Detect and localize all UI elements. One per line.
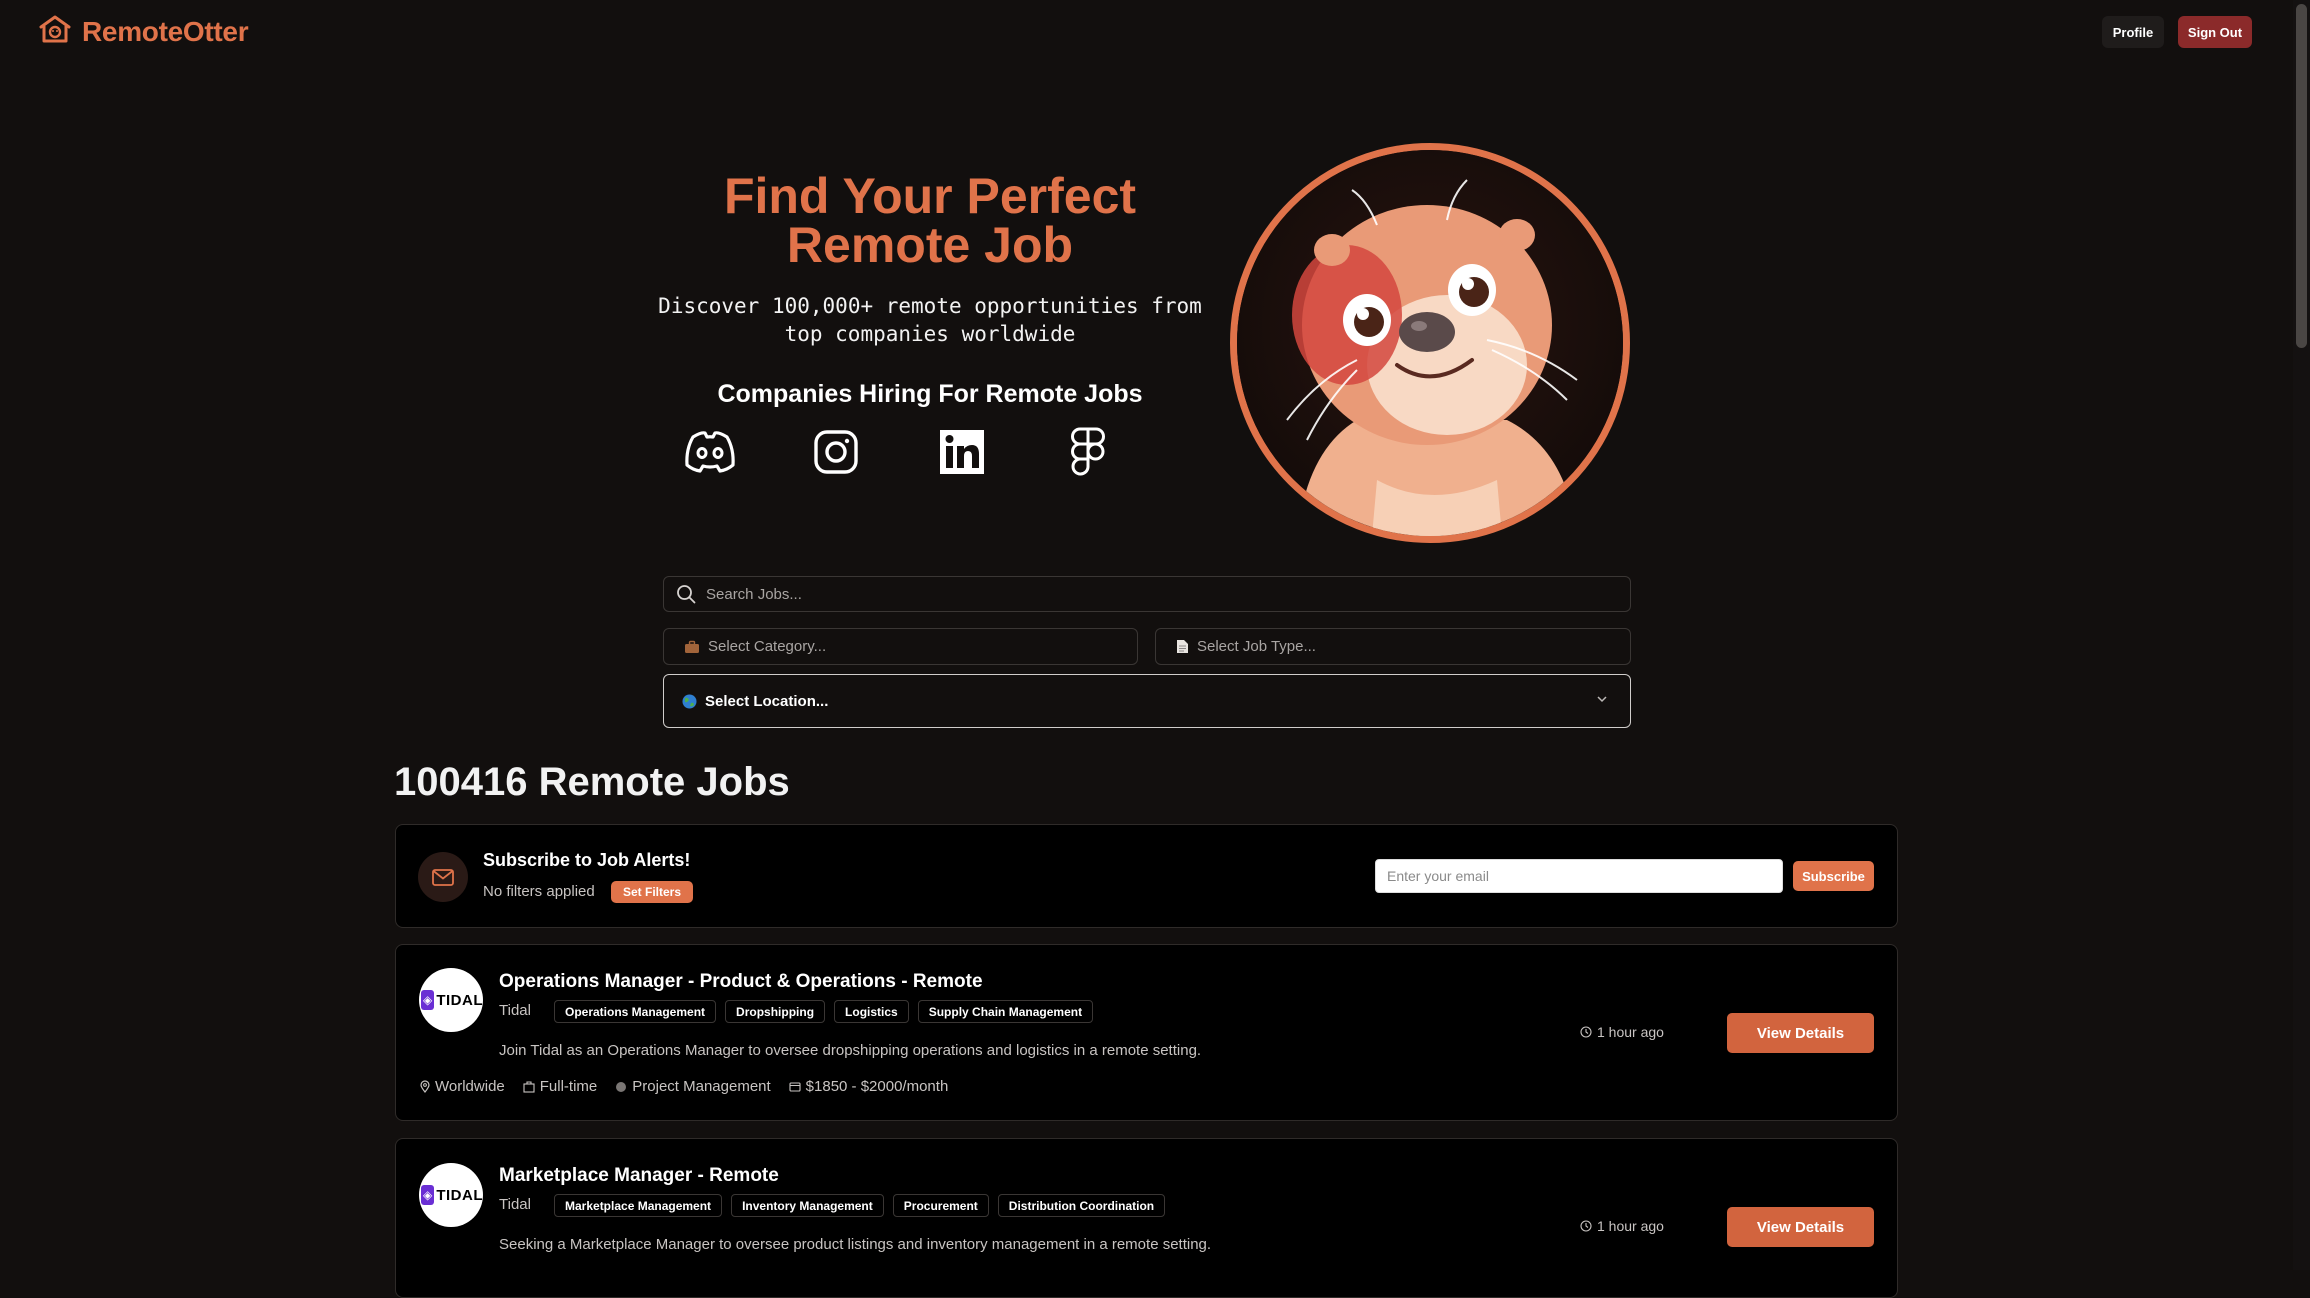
job-tag: Supply Chain Management: [917, 1000, 1094, 1023]
companies-title: Companies Hiring For Remote Jobs: [717, 380, 1143, 408]
job-type-select-label: Select Job Type...: [1197, 638, 1316, 655]
clock-icon: [1580, 1026, 1592, 1038]
subscribe-button[interactable]: Subscribe: [1793, 861, 1874, 891]
alerts-no-filters: No filters applied: [483, 883, 595, 900]
job-tag: Procurement: [892, 1194, 989, 1217]
hero-subtitle: Discover 100,000+ remote opportunities f…: [650, 292, 1210, 348]
view-details-button[interactable]: View Details: [1727, 1207, 1874, 1247]
job-tags: Operations Management Dropshipping Logis…: [554, 1000, 1094, 1023]
category-select-label: Select Category...: [708, 638, 827, 655]
job-type-select[interactable]: Select Job Type...: [1155, 628, 1631, 665]
company-logo: ◈ TIDAL: [419, 1163, 483, 1227]
job-tag: Marketplace Management: [554, 1194, 723, 1217]
tidal-logo-icon: ◈: [421, 1185, 435, 1205]
job-posted-time: 1 hour ago: [1580, 1218, 1664, 1234]
job-tag: Inventory Management: [731, 1194, 884, 1217]
briefcase-icon: [684, 640, 700, 654]
job-meta: Worldwide Full-time Project Management $…: [420, 1078, 948, 1095]
set-filters-button[interactable]: Set Filters: [611, 881, 693, 903]
job-posted-time: 1 hour ago: [1580, 1024, 1664, 1040]
profile-button[interactable]: Profile: [2102, 16, 2164, 48]
job-location: Worldwide: [420, 1078, 505, 1095]
job-location-label: Worldwide: [435, 1078, 505, 1095]
job-tag: Distribution Coordination: [997, 1194, 1166, 1217]
company-logo-text: TIDAL: [436, 991, 483, 1009]
hero-subtitle-line2: top companies worldwide: [784, 322, 1076, 346]
job-title[interactable]: Marketplace Manager - Remote: [499, 1165, 779, 1187]
brand-logo[interactable]: RemoteOtter: [38, 14, 249, 49]
tidal-logo-icon: ◈: [421, 990, 435, 1010]
otter-mascot-image: [1230, 143, 1630, 543]
map-pin-icon: [420, 1080, 430, 1093]
company-name: Tidal: [499, 1002, 531, 1019]
job-salary-label: $1850 - $2000/month: [805, 1078, 949, 1095]
chevron-down-icon: [1596, 695, 1608, 703]
job-posted-label: 1 hour ago: [1597, 1218, 1664, 1234]
search-bar[interactable]: [663, 576, 1631, 612]
figma-icon[interactable]: [1060, 424, 1116, 480]
view-details-button[interactable]: View Details: [1727, 1013, 1874, 1053]
hero-subtitle-line1: Discover 100,000+ remote opportunities f…: [658, 294, 1202, 318]
clock-icon: [1580, 1220, 1592, 1232]
job-description: Seeking a Marketplace Manager to oversee…: [499, 1236, 1212, 1253]
brand-name: RemoteOtter: [82, 15, 249, 47]
jobs-count-heading: 100416 Remote Jobs: [394, 760, 790, 804]
job-card[interactable]: [395, 1138, 1898, 1298]
job-tag: Logistics: [834, 1000, 909, 1023]
search-input[interactable]: [704, 576, 1630, 612]
category-select[interactable]: Select Category...: [663, 628, 1138, 665]
job-tags: Marketplace Management Inventory Managem…: [554, 1194, 1166, 1217]
hero-title-line1: Find Your Perfect: [723, 168, 1137, 224]
job-tag: Operations Management: [554, 1000, 717, 1023]
building-icon: [523, 1080, 535, 1093]
linkedin-icon[interactable]: [934, 424, 990, 480]
job-tag: Dropshipping: [725, 1000, 826, 1023]
job-description: Join Tidal as an Operations Manager to o…: [499, 1042, 1202, 1059]
job-salary: $1850 - $2000/month: [789, 1078, 949, 1095]
location-select-label: Select Location...: [705, 692, 829, 710]
hero-title: Find Your Perfect Remote Job: [650, 168, 1210, 273]
globe-icon: [682, 694, 697, 709]
instagram-icon[interactable]: [808, 424, 864, 480]
job-type: Full-time: [523, 1078, 598, 1095]
document-icon: [1176, 639, 1189, 654]
alerts-title: Subscribe to Job Alerts!: [483, 850, 691, 870]
company-logo-text: TIDAL: [436, 1186, 483, 1204]
company-name: Tidal: [499, 1196, 531, 1213]
email-input[interactable]: [1375, 859, 1783, 893]
discord-icon[interactable]: [682, 424, 738, 480]
mail-icon: [418, 852, 468, 902]
search-icon: [676, 584, 696, 604]
sign-out-button[interactable]: Sign Out: [2178, 16, 2252, 48]
job-type-label: Full-time: [539, 1078, 598, 1095]
location-select[interactable]: Select Location...: [663, 674, 1631, 728]
house-otter-icon: [38, 14, 72, 49]
job-category-label: Project Management: [632, 1078, 771, 1095]
category-dot-icon: [615, 1081, 627, 1093]
job-posted-label: 1 hour ago: [1597, 1024, 1664, 1040]
scrollbar-thumb[interactable]: [2296, 4, 2307, 348]
hero-title-line2: Remote Job: [786, 217, 1074, 273]
job-category: Project Management: [615, 1078, 771, 1095]
wallet-icon: [789, 1081, 801, 1092]
company-logo: ◈ TIDAL: [419, 968, 483, 1032]
job-title[interactable]: Operations Manager - Product & Operation…: [499, 971, 983, 993]
